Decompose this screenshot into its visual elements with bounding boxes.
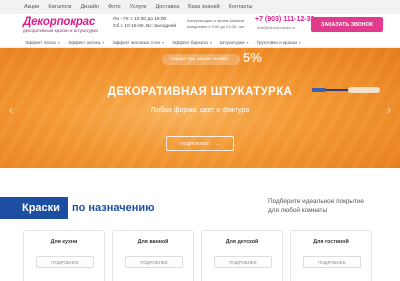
card-more-button[interactable]: ПОДРОБНЕЕ bbox=[214, 256, 272, 268]
section-note-line1: Подберите идеальное покрытие bbox=[268, 198, 365, 205]
topnav-link-dizain[interactable]: Дизайн bbox=[80, 4, 99, 10]
card-title: Для детской bbox=[225, 239, 259, 245]
logo[interactable]: Декорпокрас декоративные краски и штукат… bbox=[23, 16, 98, 34]
section-title-highlight: Краски bbox=[0, 197, 68, 219]
topnav-link-uslugi[interactable]: Услуги bbox=[130, 4, 147, 10]
room-card-bathroom[interactable]: Для ванной ПОДРОБНЕЕ bbox=[112, 230, 194, 281]
topnav-link-akcii[interactable]: Акции bbox=[24, 4, 39, 10]
category-label: Эффект матовых стен bbox=[112, 40, 161, 45]
category-label: Штукатурки bbox=[219, 40, 245, 45]
category-matte[interactable]: Эффект матовых стен ▾ bbox=[112, 40, 164, 45]
chevron-down-icon: ▾ bbox=[57, 40, 60, 45]
consult-line1: Консультация и прием заказов bbox=[187, 18, 244, 23]
category-label: Эффект песка bbox=[25, 40, 56, 45]
chevron-down-icon: ▾ bbox=[102, 40, 105, 45]
card-more-button[interactable]: ПОДРОБНЕЕ bbox=[36, 256, 94, 268]
email-link[interactable]: mail@decorpokras.ru bbox=[257, 25, 295, 30]
hero-subtitle: Любая форма, цвет и фактура bbox=[150, 107, 250, 114]
category-label: Грунтовки и краски bbox=[256, 40, 297, 45]
page: Акции Каталоги Дизайн Фото Услуги Достав… bbox=[0, 0, 400, 281]
chevron-down-icon: ▾ bbox=[209, 40, 212, 45]
site-header: Декорпокрас декоративные краски и штукат… bbox=[0, 14, 400, 38]
card-more-button[interactable]: ПОДРОБНЕЕ bbox=[303, 256, 361, 268]
topnav-link-kontakty[interactable]: Контакты bbox=[229, 4, 253, 10]
arrow-right-icon: → bbox=[215, 141, 220, 146]
section-note-line2: для любой комнаты bbox=[268, 207, 328, 214]
card-title: Для ванной bbox=[137, 239, 169, 245]
category-nav: Эффект песка ▾ Эффект шелка ▾ Эффект матов… bbox=[0, 38, 400, 48]
consult-line2: ежедневно с 9:00 до 21:00, чат bbox=[187, 23, 245, 29]
room-card-kitchen[interactable]: Для кухни ПОДРОБНЕЕ bbox=[23, 230, 105, 281]
phone-number[interactable]: +7 (903) 111-12-33 bbox=[255, 16, 314, 23]
hero-more-button[interactable]: ПОДРОБНЕЕ → bbox=[166, 136, 234, 151]
topnav-link-dostavka[interactable]: Доставка bbox=[156, 4, 180, 10]
room-card-living-room[interactable]: Для гостиной ПОДРОБНЕЕ bbox=[290, 230, 372, 281]
call-request-button[interactable]: ЗАКАЗАТЬ ЗВОНОК bbox=[311, 17, 383, 32]
promo-badge: Скидка при заказе онлайн bbox=[162, 54, 240, 65]
working-hours: Пн - Пт с 10:00 до 19:00 Сб с 10-16-00, … bbox=[113, 17, 176, 30]
section-note: Подберите идеальное покрытие для любой к… bbox=[268, 197, 364, 215]
category-plaster[interactable]: Штукатурки ▾ bbox=[220, 40, 249, 45]
section-title: Краски по назначению bbox=[0, 197, 155, 219]
discount-percent: 5% bbox=[243, 50, 262, 65]
consultation-info: Консультация и прием заказов ежедневно с… bbox=[187, 18, 244, 29]
hero-title: ДЕКОРАТИВНАЯ ШТУКАТУРКА bbox=[107, 86, 293, 98]
card-title: Для кухни bbox=[50, 239, 78, 245]
hero-more-label: ПОДРОБНЕЕ bbox=[180, 141, 210, 146]
category-label: Эффект бархата bbox=[172, 40, 208, 45]
paints-by-purpose-section: Краски по назначению Подберите идеальное… bbox=[0, 168, 400, 281]
category-primer[interactable]: Грунтовки и краски ▾ bbox=[257, 40, 301, 45]
category-sand[interactable]: Эффект песка ▾ bbox=[25, 40, 60, 45]
card-more-button[interactable]: ПОДРОБНЕЕ bbox=[125, 256, 183, 268]
card-title: Для гостиной bbox=[313, 239, 349, 245]
hero-banner: Скидка при заказе онлайн 5% ‹ › ДЕКОРАТИ… bbox=[0, 48, 400, 168]
section-title-rest: по назначению bbox=[71, 202, 155, 214]
chevron-down-icon: ▾ bbox=[298, 40, 301, 45]
topnav-link-baza[interactable]: База знаний bbox=[188, 4, 220, 10]
category-velvet[interactable]: Эффект бархата ▾ bbox=[172, 40, 212, 45]
chevron-down-icon: ▾ bbox=[162, 40, 165, 45]
room-cards: Для кухни ПОДРОБНЕЕ Для ванной ПОДРОБНЕЕ… bbox=[23, 230, 372, 281]
hours-weekend: Сб с 10-16-00, Вс: выходной bbox=[113, 23, 177, 29]
topnav-link-katalogi[interactable]: Каталоги bbox=[48, 4, 71, 10]
top-nav: Акции Каталоги Дизайн Фото Услуги Достав… bbox=[0, 0, 400, 14]
topnav-link-foto[interactable]: Фото bbox=[108, 4, 121, 10]
chevron-down-icon: ▾ bbox=[246, 40, 249, 45]
logo-name: Декорпокрас bbox=[23, 16, 96, 28]
room-card-nursery[interactable]: Для детской ПОДРОБНЕЕ bbox=[201, 230, 283, 281]
category-silk[interactable]: Эффект шелка ▾ bbox=[68, 40, 104, 45]
logo-tagline: декоративные краски и штукатурки bbox=[23, 28, 98, 33]
category-label: Эффект шелка bbox=[67, 40, 101, 45]
